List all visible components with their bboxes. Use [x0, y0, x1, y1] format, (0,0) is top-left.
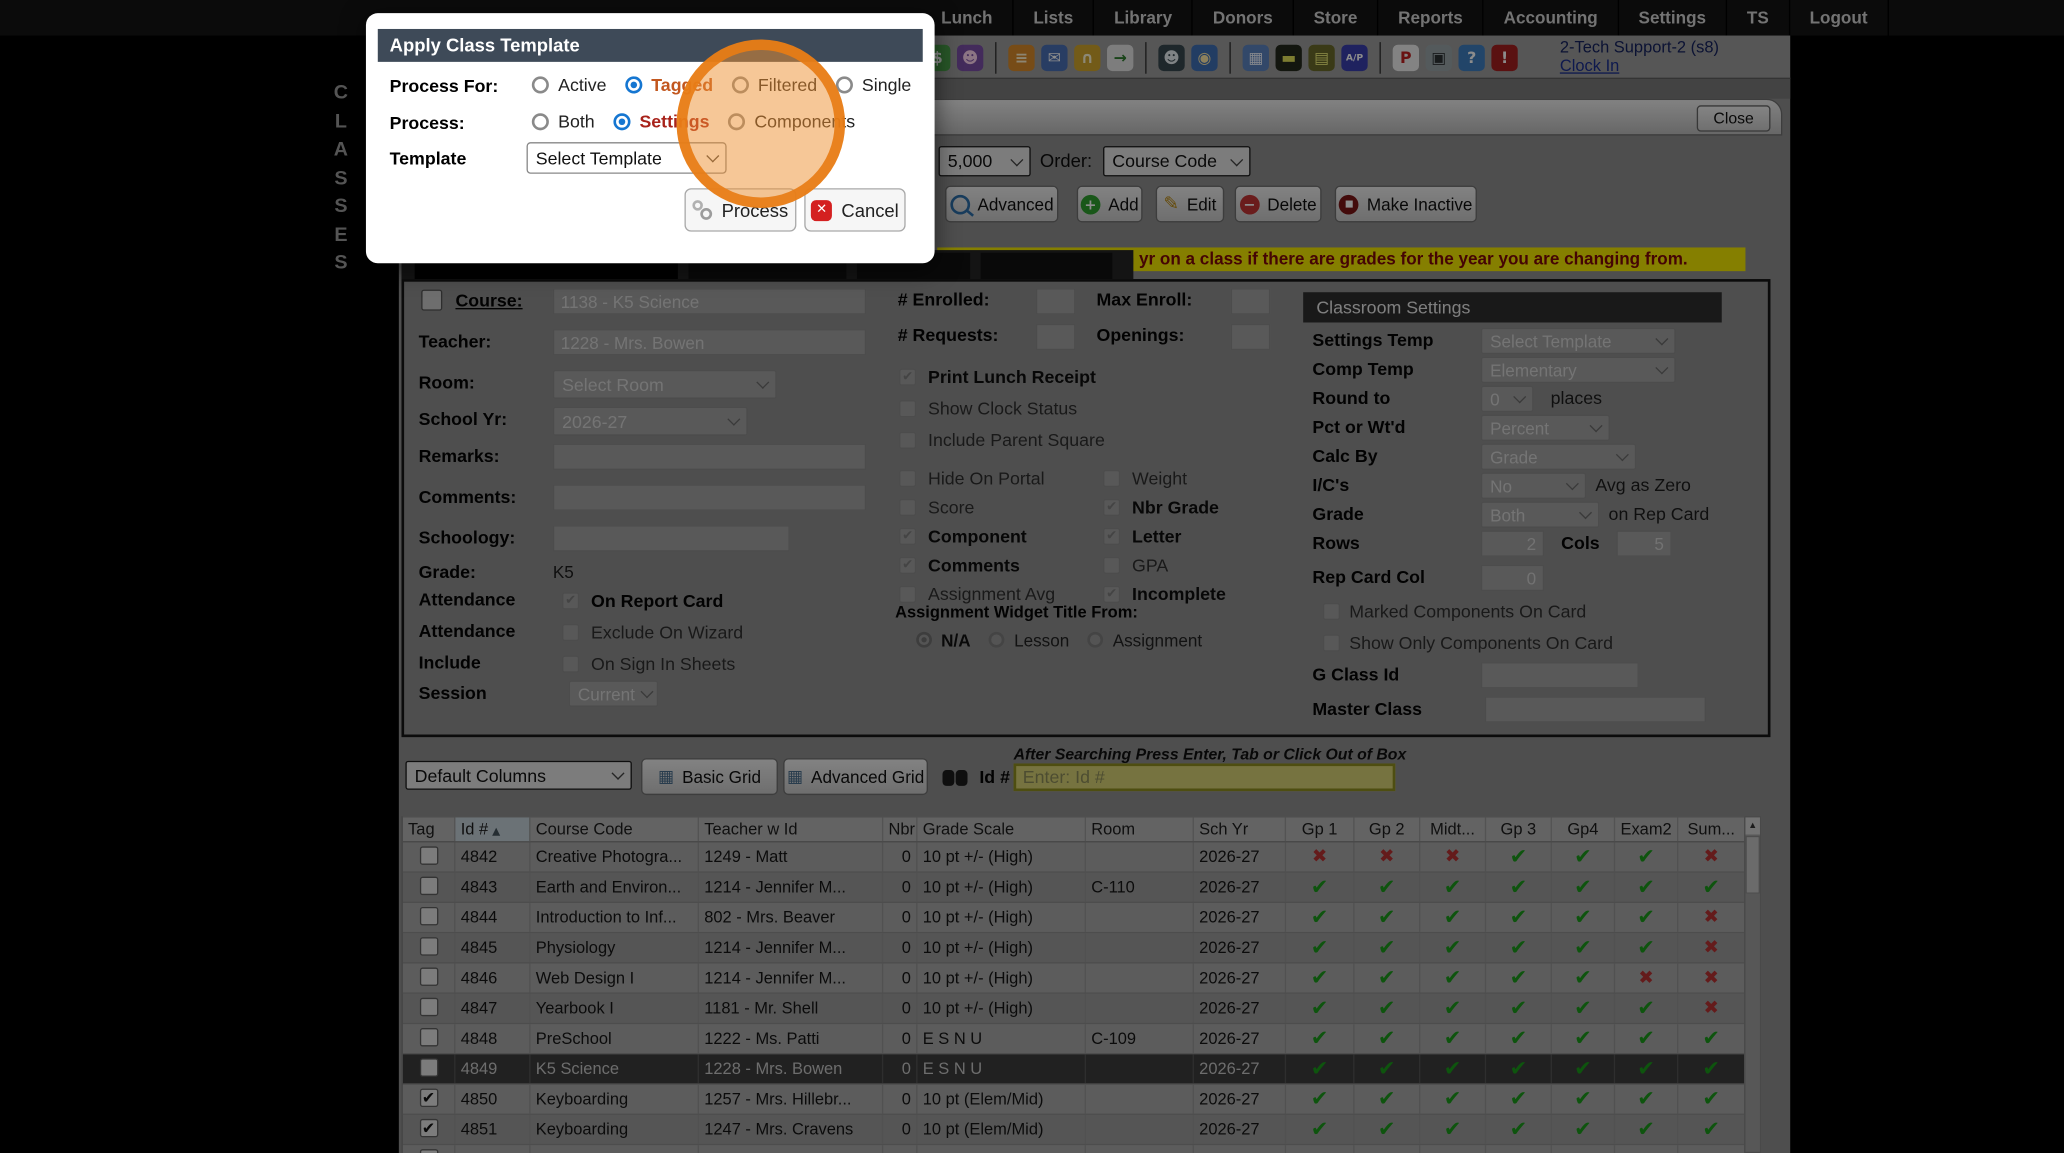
screen: Lunch Lists Library Donors Store Reports Accou…	[0, 0, 2064, 1153]
highlight-circle	[676, 39, 846, 208]
radio-tagged[interactable]	[624, 75, 643, 93]
modal-dim-overlay	[0, 0, 2064, 1153]
process-for-label: Process For:	[389, 76, 499, 97]
gears-icon	[692, 200, 713, 220]
cancel-x-icon	[811, 199, 833, 221]
template-value: Select Template	[535, 148, 662, 168]
radio-both[interactable]	[531, 112, 549, 130]
apply-class-template-dialog: Apply Class Template Process For: Active…	[365, 13, 935, 264]
cancel-button[interactable]: Cancel	[804, 188, 906, 232]
radio-settings[interactable]	[613, 112, 631, 130]
dialog-title: Apply Class Template	[377, 28, 923, 62]
radio-label-single: Single	[861, 74, 912, 95]
radio-label-both: Both	[558, 111, 595, 131]
template-label: Template	[389, 148, 467, 169]
radio-label-active: Active	[558, 74, 607, 95]
cancel-button-label: Cancel	[841, 199, 899, 221]
radio-active[interactable]	[531, 75, 549, 93]
process-label: Process:	[389, 113, 465, 133]
